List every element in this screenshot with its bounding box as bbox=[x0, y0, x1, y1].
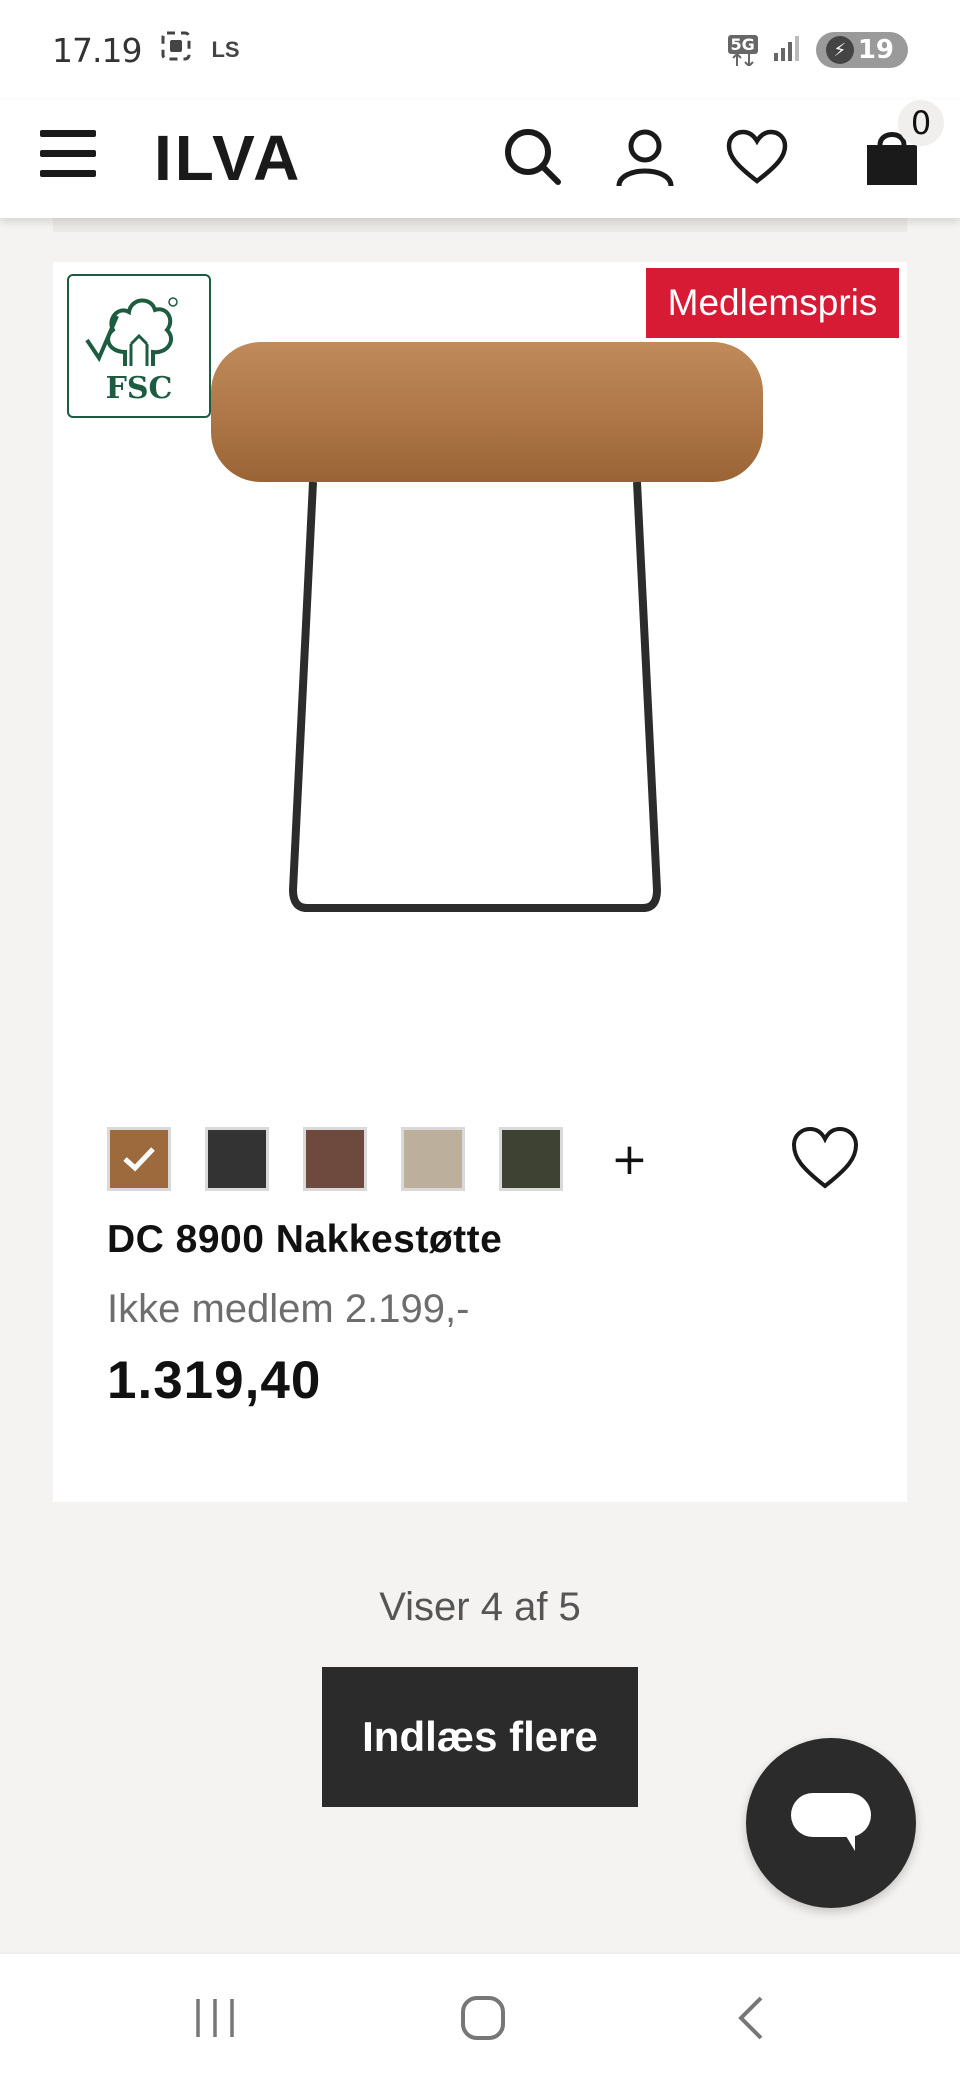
non-member-price: Ikke medlem 2.199,- bbox=[107, 1287, 470, 1331]
chat-bubble-icon bbox=[791, 1793, 871, 1851]
check-icon bbox=[110, 1130, 168, 1188]
color-swatches: + bbox=[107, 1127, 648, 1191]
fsc-tree-icon bbox=[85, 297, 178, 366]
swatch-black[interactable] bbox=[205, 1127, 269, 1191]
menu-icon[interactable] bbox=[40, 130, 96, 186]
fsc-label: FSC bbox=[105, 371, 173, 406]
charging-bolt-icon: ⚡ bbox=[825, 36, 854, 64]
screenshot-icon bbox=[159, 29, 193, 71]
swatch-brown[interactable] bbox=[303, 1127, 367, 1191]
previous-card-edge bbox=[53, 218, 907, 232]
product-card[interactable]: FSC Medlemspris + DC 8900 Nakkestøtte Ik… bbox=[53, 262, 907, 1502]
battery-level: 19 bbox=[857, 35, 894, 65]
status-time: 17.19 bbox=[52, 30, 142, 70]
status-left: 17.19 LS bbox=[52, 29, 240, 71]
wishlist-icon[interactable] bbox=[722, 122, 792, 192]
cart-count-badge: 0 bbox=[898, 100, 944, 146]
chat-button[interactable] bbox=[746, 1738, 916, 1908]
recents-icon[interactable] bbox=[180, 1990, 250, 2046]
more-colors-button[interactable]: + bbox=[611, 1134, 648, 1185]
home-icon[interactable] bbox=[448, 1990, 518, 2046]
signal-icon bbox=[772, 33, 802, 68]
product-title[interactable]: DC 8900 Nakkestøtte bbox=[107, 1218, 502, 1262]
search-icon[interactable] bbox=[498, 122, 568, 192]
status-right: 5G ⚡ 19 bbox=[727, 32, 908, 68]
battery-indicator: ⚡ 19 bbox=[815, 32, 908, 68]
back-icon[interactable] bbox=[716, 1990, 786, 2046]
ilva-logo[interactable]: ILVA bbox=[154, 120, 302, 196]
swatch-cognac[interactable] bbox=[107, 1127, 171, 1191]
product-image[interactable] bbox=[203, 342, 783, 1222]
carrier-label: LS bbox=[211, 37, 240, 62]
load-more-button[interactable]: Indlæs flere bbox=[322, 1667, 638, 1807]
fsc-badge: FSC bbox=[67, 274, 211, 418]
status-bar: 17.19 LS 5G ⚡ 19 bbox=[0, 0, 960, 100]
heart-icon[interactable] bbox=[791, 1126, 859, 1190]
account-icon[interactable] bbox=[610, 122, 680, 192]
member-price-badge: Medlemspris bbox=[646, 268, 899, 338]
member-price: 1.319,40 bbox=[107, 1351, 322, 1410]
swatch-olive[interactable] bbox=[499, 1127, 563, 1191]
network-5g-icon: 5G bbox=[727, 34, 758, 66]
swatch-sand[interactable] bbox=[401, 1127, 465, 1191]
system-nav-bar bbox=[0, 1952, 960, 2080]
pagination-status: Viser 4 af 5 bbox=[379, 1585, 581, 1629]
app-header: ILVA 0 bbox=[0, 100, 960, 218]
network-label: 5G bbox=[727, 34, 758, 54]
